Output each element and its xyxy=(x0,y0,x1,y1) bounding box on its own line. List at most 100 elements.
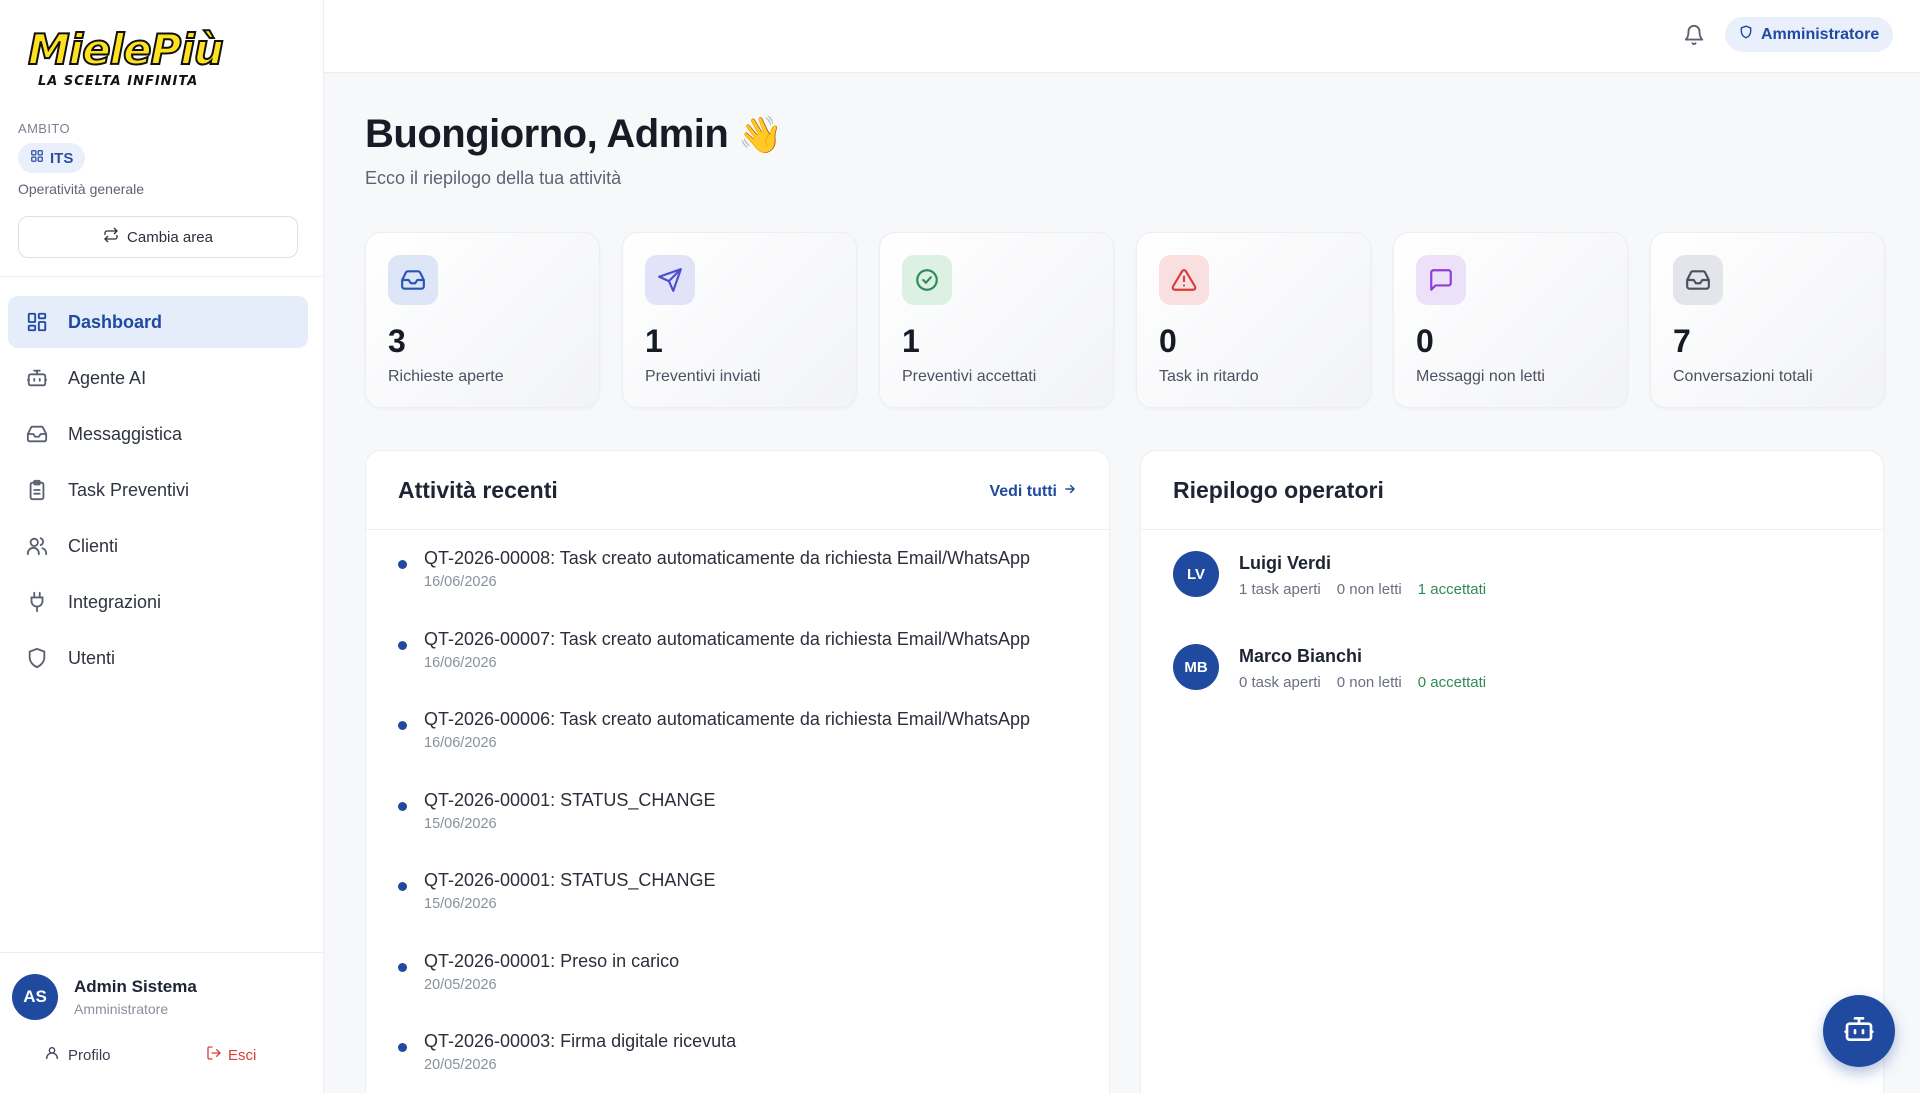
stat-card-messaggi-non-letti[interactable]: 0 Messaggi non letti xyxy=(1393,232,1628,408)
activity-date: 16/06/2026 xyxy=(424,654,497,671)
stat-card-conversazioni-totali[interactable]: 7 Conversazioni totali xyxy=(1650,232,1885,408)
stat-value: 1 xyxy=(902,323,920,359)
sidebar-item-messaggistica[interactable]: Messaggistica xyxy=(8,408,308,460)
activity-list: QT-2026-00008: Task creato automaticamen… xyxy=(398,547,1088,1093)
activity-text: QT-2026-00001: STATUS_CHANGE xyxy=(424,789,716,810)
activity-date: 16/06/2026 xyxy=(424,735,497,751)
list-item[interactable]: QT-2026-00001: STATUS_CHANGE 15/06/2026 xyxy=(398,869,1088,950)
stat-value: 7 xyxy=(1673,323,1691,359)
alert-triangle-icon xyxy=(1159,255,1209,305)
operators-list: LV Luigi Verdi 1 task aperti 0 non letti… xyxy=(1173,551,1853,737)
unread-count: 0 non letti xyxy=(1336,581,1402,598)
bullet-icon xyxy=(398,962,407,972)
top-bar: Amministratore xyxy=(324,0,1920,73)
ai-assistant-button[interactable] xyxy=(1823,995,1895,1067)
bullet-icon xyxy=(398,801,407,811)
bot-icon xyxy=(24,365,50,391)
user-name: Admin Sistema xyxy=(74,977,197,996)
unread-count: 0 non letti xyxy=(1336,674,1402,691)
stat-label: Messaggi non letti xyxy=(1416,368,1545,385)
wave-icon: 👋 xyxy=(738,113,783,155)
sidebar-item-label: Integrazioni xyxy=(68,591,162,612)
shield-icon xyxy=(24,645,50,671)
stat-cards: 3 Richieste aperte 1 Preventivi inviati … xyxy=(365,232,1885,408)
stat-value: 3 xyxy=(388,323,406,359)
bullet-icon xyxy=(398,1043,407,1052)
message-icon xyxy=(1416,255,1466,305)
user-avatar[interactable]: AS xyxy=(12,974,58,1020)
list-item[interactable]: QT-2026-00007: Task creato automaticamen… xyxy=(398,628,1088,709)
clipboard-icon xyxy=(24,477,50,503)
operator-row[interactable]: MB Marco Bianchi 0 task aperti 0 non let… xyxy=(1173,644,1853,737)
activity-text: QT-2026-00003: Firma digitale ricevuta xyxy=(424,1031,737,1051)
logout-icon xyxy=(206,1045,222,1065)
operator-stats: 1 task aperti 0 non letti 1 accettati xyxy=(1239,581,1486,598)
arrow-right-icon xyxy=(1063,482,1077,501)
logo-tagline: LA SCELTA INFINITA xyxy=(38,74,199,89)
sidebar-item-clienti[interactable]: Clienti xyxy=(8,520,308,572)
list-item[interactable]: QT-2026-00001: STATUS_CHANGE 15/06/2026 xyxy=(398,789,1088,870)
profile-button[interactable]: Profilo xyxy=(44,1045,111,1065)
page-subtitle: Ecco il riepilogo della tua attività xyxy=(365,168,622,188)
greeting-text: Buongiorno, Admin xyxy=(365,112,729,156)
change-area-label: Cambia area xyxy=(127,228,213,246)
role-label: Amministratore xyxy=(1761,25,1880,43)
bullet-icon xyxy=(398,560,407,569)
sidebar-item-label: Task Preventivi xyxy=(68,479,190,500)
sidebar-item-dashboard[interactable]: Dashboard xyxy=(8,296,308,348)
swap-icon xyxy=(103,227,119,247)
sidebar-item-label: Messaggistica xyxy=(68,423,183,444)
see-all-link[interactable]: Vedi tutti xyxy=(989,482,1077,501)
brand-logo[interactable]: MielePiù LA SCELTA INFINITA xyxy=(27,27,225,92)
stat-card-richieste-aperte[interactable]: 3 Richieste aperte xyxy=(365,232,600,408)
bot-icon xyxy=(1843,1013,1875,1050)
users-icon xyxy=(24,533,50,559)
logout-button[interactable]: Esci xyxy=(206,1045,256,1065)
operator-name: Marco Bianchi xyxy=(1239,646,1363,666)
open-tasks: 1 task aperti xyxy=(1239,581,1321,598)
sidebar: MielePiù LA SCELTA INFINITA AMBITO ITS O… xyxy=(0,0,324,1093)
list-item[interactable]: QT-2026-00001: Preso in carico 20/05/2026 xyxy=(398,950,1088,1031)
change-area-button[interactable]: Cambia area xyxy=(18,216,298,258)
panel-divider xyxy=(1141,529,1883,530)
activity-text: QT-2026-00001: Preso in carico xyxy=(424,950,680,971)
sidebar-item-utenti[interactable]: Utenti xyxy=(8,632,308,684)
user-divider xyxy=(0,952,323,953)
sidebar-item-label: Utenti xyxy=(68,647,116,668)
accepted-count: 0 accettati xyxy=(1417,674,1487,691)
activity-date: 16/06/2026 xyxy=(424,574,497,590)
ambito-label: AMBITO xyxy=(18,121,71,136)
operator-row[interactable]: LV Luigi Verdi 1 task aperti 0 non letti… xyxy=(1173,551,1853,644)
activity-date: 20/05/2026 xyxy=(424,1057,497,1073)
sidebar-item-task-preventivi[interactable]: Task Preventivi xyxy=(8,464,308,516)
recent-activity-panel: Attività recenti Vedi tutti QT-2026-0000… xyxy=(365,450,1110,1093)
send-icon xyxy=(645,255,695,305)
role-badge[interactable]: Amministratore xyxy=(1725,17,1894,52)
grid-icon xyxy=(30,149,44,167)
sidebar-divider xyxy=(0,276,323,277)
stat-value: 0 xyxy=(1159,323,1177,359)
sidebar-nav: Dashboard Agente AI Messaggistica Task P… xyxy=(8,296,308,688)
activity-text: QT-2026-00008: Task creato automaticamen… xyxy=(424,548,1030,568)
user-role: Amministratore xyxy=(74,1001,169,1017)
bell-icon[interactable] xyxy=(1679,20,1709,50)
sidebar-item-integrazioni[interactable]: Integrazioni xyxy=(8,576,308,628)
operators-panel: Riepilogo operatori LV Luigi Verdi 1 tas… xyxy=(1140,450,1884,1093)
list-item[interactable]: QT-2026-00003: Firma digitale ricevuta 20… xyxy=(398,1030,1088,1093)
operators-title: Riepilogo operatori xyxy=(1173,477,1384,503)
list-item[interactable]: QT-2026-00006: Task creato automaticamen… xyxy=(398,708,1088,789)
sidebar-item-label: Dashboard xyxy=(68,311,163,332)
inbox-icon xyxy=(388,255,438,305)
ambito-description: Operatività generale xyxy=(18,181,145,197)
stat-value: 1 xyxy=(645,323,663,359)
stat-card-preventivi-inviati[interactable]: 1 Preventivi inviati xyxy=(622,232,857,408)
stat-card-preventivi-accettati[interactable]: 1 Preventivi accettati xyxy=(879,232,1114,408)
stat-card-task-in-ritardo[interactable]: 0 Task in ritardo xyxy=(1136,232,1371,408)
ambito-value: ITS xyxy=(50,149,74,167)
panel-divider xyxy=(366,529,1109,530)
stat-label: Task in ritardo xyxy=(1159,368,1259,385)
bullet-icon xyxy=(398,721,407,730)
list-item[interactable]: QT-2026-00008: Task creato automaticamen… xyxy=(398,547,1088,628)
sidebar-item-agente-ai[interactable]: Agente AI xyxy=(8,352,308,404)
stat-value: 0 xyxy=(1416,323,1434,359)
